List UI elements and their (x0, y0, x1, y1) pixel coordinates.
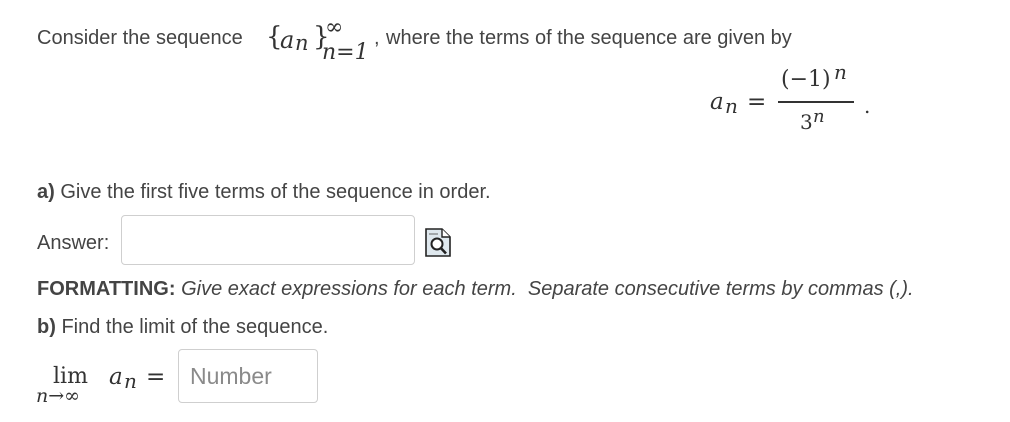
seq-lower-limit: n=1 (322, 40, 369, 65)
formula-lhs-sub: n (725, 94, 738, 118)
fraction-bar (778, 101, 854, 103)
part-a-prompt: a) Give the first five terms of the sequ… (37, 181, 491, 204)
limit-var: a (109, 364, 123, 390)
part-b-text: Find the limit of the sequence. (61, 316, 329, 338)
part-b-label: b) (37, 316, 56, 338)
part-b-prompt: b) Find the limit of the sequence. (37, 316, 328, 339)
limit-under: n→∞ (36, 385, 80, 407)
preview-magnifier-icon[interactable] (425, 228, 451, 257)
formatting-note: FORMATTING: Give exact expressions for e… (37, 278, 914, 301)
limit-sub: n (124, 369, 137, 393)
formula-period: . (864, 94, 871, 118)
part-a-label: a) (37, 181, 55, 203)
formula-numerator: (−1) (781, 67, 831, 92)
intro-prefix: Consider the sequence (37, 27, 243, 49)
formula-lhs-var: a (710, 89, 724, 115)
seq-upper-limit: ∞ (325, 15, 344, 40)
formula-equals: = (747, 89, 767, 115)
seq-comma: , (374, 27, 380, 49)
formula-numerator-exp: n (834, 60, 847, 84)
limit-number-input[interactable] (178, 349, 318, 403)
seq-term-sub: n (295, 31, 309, 55)
answer-input[interactable] (121, 215, 415, 265)
seq-term: a (280, 26, 295, 54)
answer-label: Answer: (37, 232, 110, 254)
formatting-label: FORMATTING: (37, 278, 176, 300)
part-a-text: Give the first five terms of the sequenc… (60, 181, 491, 203)
limit-equals: = (146, 364, 166, 390)
formula-denominator-exp: n (813, 106, 825, 127)
intro-suffix: where the terms of the sequence are give… (386, 27, 792, 49)
formula-denominator: 3 (800, 110, 813, 134)
formatting-text: Give exact expressions for each term. Se… (181, 278, 914, 300)
